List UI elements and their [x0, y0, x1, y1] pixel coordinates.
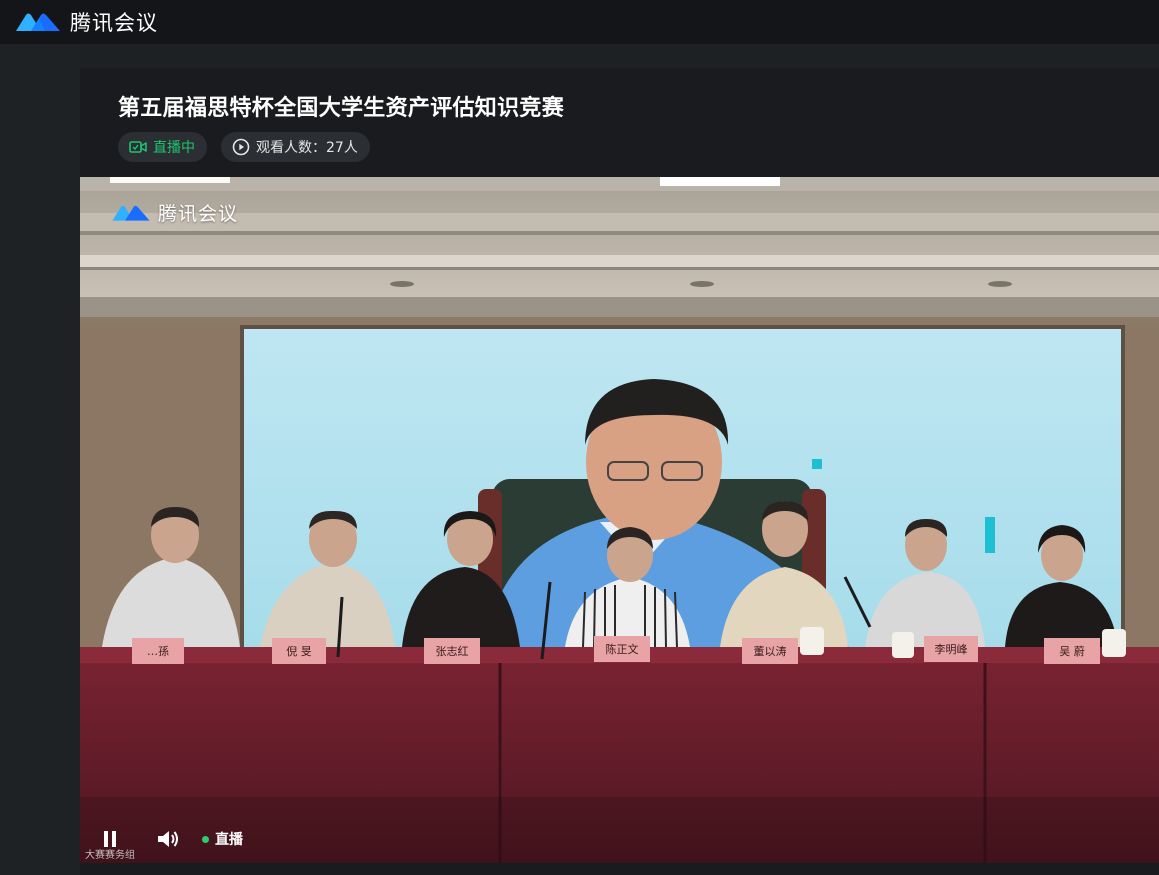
- left-background: [0, 44, 80, 875]
- nameplate-5: 董以涛: [754, 644, 787, 658]
- volume-icon: [158, 831, 178, 847]
- app-logo[interactable]: 腾讯会议: [14, 7, 158, 37]
- live-card: 第五届福思特杯全国大学生资产评估知识竞赛 直播中 观看人数：27人 …孫 倪 旻…: [80, 68, 1159, 875]
- nameplate-4: 陈正文: [606, 642, 639, 656]
- tencent-meeting-logo-icon: [112, 205, 150, 221]
- nameplate-7: 吴 蔚: [1059, 645, 1085, 658]
- nameplate-1: …孫: [147, 645, 169, 658]
- status-row: 直播中 观看人数：27人: [118, 132, 370, 162]
- video-caption: 大赛赛务组: [85, 850, 135, 861]
- top-bar: 腾讯会议: [0, 0, 1159, 44]
- volume-button[interactable]: [156, 827, 180, 851]
- watermark-text: 腾讯会议: [158, 203, 239, 225]
- play-circle-icon: [232, 138, 250, 156]
- nameplate-3: 张志红: [436, 645, 469, 658]
- live-indicator-label: 直播: [215, 832, 243, 848]
- video-camera-icon: [129, 141, 147, 153]
- viewer-count-label: 观看人数：27人: [256, 140, 358, 156]
- player-controls: 直播: [80, 815, 1159, 863]
- viewer-count-badge: 观看人数：27人: [221, 132, 370, 162]
- tencent-meeting-logo-icon: [16, 13, 60, 31]
- video-player[interactable]: …孫 倪 旻 张志红 陈正文 董以涛 李明峰 吴 蔚 腾讯会议 直播 大赛赛务组: [80, 177, 1159, 863]
- nameplates: …孫 倪 旻 张志红 陈正文 董以涛 李明峰 吴 蔚: [132, 636, 1100, 664]
- meeting-title: 第五届福思特杯全国大学生资产评估知识竞赛: [118, 96, 565, 121]
- nameplate-6: 李明峰: [935, 642, 968, 656]
- live-status-badge: 直播中: [118, 132, 207, 162]
- app-name: 腾讯会议: [70, 11, 158, 35]
- live-status-label: 直播中: [153, 140, 195, 156]
- live-dot-icon: [202, 835, 209, 843]
- nameplate-2: 倪 旻: [286, 645, 312, 658]
- video-watermark: 腾讯会议: [110, 199, 238, 226]
- video-frame: …孫 倪 旻 张志红 陈正文 董以涛 李明峰 吴 蔚: [80, 177, 1159, 863]
- live-indicator: 直播: [202, 829, 243, 849]
